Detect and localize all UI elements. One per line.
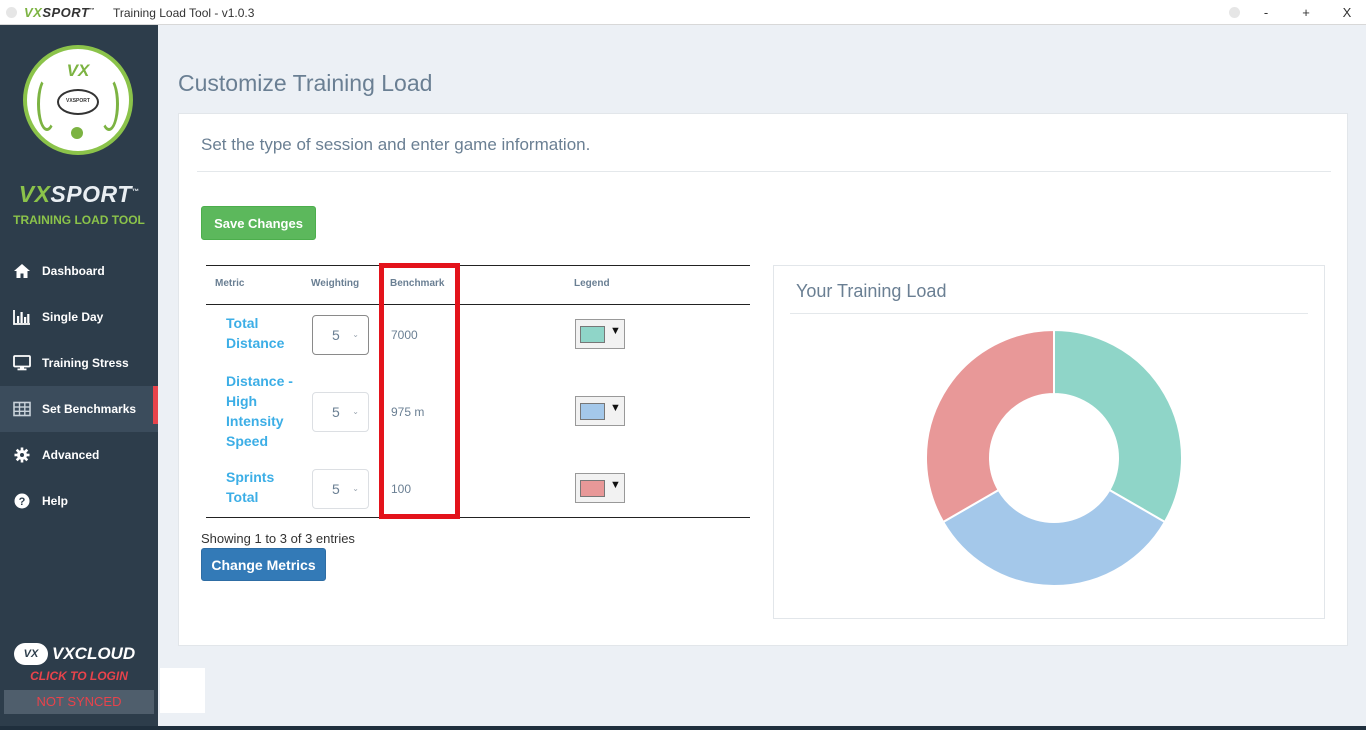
legend-color-picker[interactable]: ▼ <box>575 473 625 503</box>
divider <box>790 313 1308 314</box>
laurel-left-icon <box>37 77 57 131</box>
window-title: Training Load Tool - v1.0.3 <box>113 6 255 20</box>
training-load-chart-panel: Your Training Load <box>773 265 1325 619</box>
gear-icon <box>12 447 32 463</box>
vxsport-logo: VX VXSPORT <box>23 45 133 155</box>
chart-title: Your Training Load <box>796 281 947 301</box>
column-header-legend: Legend <box>574 278 610 289</box>
chevron-down-icon: ⌄ <box>352 330 359 339</box>
save-changes-button[interactable]: Save Changes <box>201 206 316 240</box>
sidebar-item-dashboard[interactable]: Dashboard <box>0 248 158 294</box>
column-header-metric: Metric <box>215 278 245 289</box>
sidebar-item-label: Set Benchmarks <box>42 402 137 416</box>
laurel-right-icon <box>99 77 119 131</box>
brand-wordmark: VXSPORT™ <box>18 181 140 207</box>
table-border <box>206 304 750 305</box>
close-button[interactable]: X <box>1337 5 1357 20</box>
tool-name: TRAINING LOAD TOOL <box>13 213 145 227</box>
svg-text:?: ? <box>19 496 26 508</box>
table-border <box>206 517 750 518</box>
sidebar-item-label: Dashboard <box>42 264 105 278</box>
dropdown-arrow-icon: ▼ <box>610 325 621 337</box>
page-title: Customize Training Load <box>178 70 433 96</box>
minimize-button[interactable]: - <box>1256 5 1276 20</box>
donut-slice-3[interactable] <box>925 328 1055 524</box>
main-content: Customize Training Load Set the type of … <box>158 25 1366 730</box>
sidebar-item-label: Training Stress <box>42 356 129 370</box>
sidebar-item-training-stress[interactable]: Training Stress <box>0 340 158 386</box>
sidebar: VX VXSPORT VXSPORT™ TRAINING LOAD TOOL D… <box>0 25 158 730</box>
bar-chart-icon <box>12 309 32 325</box>
sync-status: NOT SYNCED <box>4 690 154 714</box>
window-dot-icon <box>6 7 17 18</box>
table-icon <box>12 401 32 417</box>
weighting-select[interactable]: 5 ⌄ <box>312 315 369 355</box>
monitor-icon <box>12 355 32 371</box>
metric-link-high-intensity-speed[interactable]: Distance - High Intensity Speed <box>226 371 296 451</box>
change-metrics-button[interactable]: Change Metrics <box>201 548 326 581</box>
cloud-icon: VX <box>14 643 48 665</box>
dropdown-arrow-icon: ▼ <box>610 479 621 491</box>
dropdown-arrow-icon: ▼ <box>610 402 621 414</box>
sidebar-nav: Dashboard Single Day Training Stress Set… <box>0 248 158 524</box>
sidebar-item-label: Single Day <box>42 310 104 324</box>
table-info: Showing 1 to 3 of 3 entries <box>201 531 355 546</box>
window-titlebar: VXSPORT™ Training Load Tool - v1.0.3 - +… <box>0 0 1366 25</box>
weighting-select[interactable]: 5 ⌄ <box>312 469 369 509</box>
football-icon: VXSPORT <box>57 89 99 115</box>
window-dot-icon <box>1229 7 1240 18</box>
sidebar-item-set-benchmarks[interactable]: Set Benchmarks <box>0 386 158 432</box>
color-swatch <box>580 480 605 497</box>
column-header-weighting: Weighting <box>311 278 360 289</box>
medal-icon <box>71 127 83 139</box>
training-load-donut-chart <box>925 328 1183 587</box>
sidebar-item-advanced[interactable]: Advanced <box>0 432 158 478</box>
card-subtitle: Set the type of session and enter game i… <box>201 135 591 154</box>
sidebar-item-help[interactable]: ? Help <box>0 478 158 524</box>
legend-color-picker[interactable]: ▼ <box>575 319 625 349</box>
cloud-login-link[interactable]: CLICK TO LOGIN <box>0 669 158 683</box>
sidebar-item-label: Help <box>42 494 69 508</box>
blank-panel <box>160 668 205 713</box>
maximize-button[interactable]: + <box>1296 5 1316 20</box>
legend-color-picker[interactable]: ▼ <box>575 396 625 426</box>
metric-link-total-distance[interactable]: Total Distance <box>226 313 296 353</box>
titlebar-brand-logo: VXSPORT™ <box>24 5 95 20</box>
sidebar-item-single-day[interactable]: Single Day <box>0 294 158 340</box>
chevron-down-icon: ⌄ <box>352 484 359 493</box>
donut-slice-1[interactable] <box>1053 328 1183 524</box>
color-swatch <box>580 326 605 343</box>
donut-slice-2[interactable] <box>941 488 1167 587</box>
sidebar-item-label: Advanced <box>42 448 100 462</box>
home-icon <box>12 263 32 279</box>
color-swatch <box>580 403 605 420</box>
chevron-down-icon: ⌄ <box>352 407 359 416</box>
help-icon: ? <box>12 493 32 509</box>
taskbar-strip <box>0 726 1366 730</box>
divider <box>197 171 1331 172</box>
vxcloud-wordmark: VXCLOUD <box>52 644 136 663</box>
table-border <box>206 265 750 266</box>
benchmark-highlight-box <box>379 263 460 519</box>
metric-link-sprints-total[interactable]: Sprints Total <box>226 467 296 507</box>
weighting-select[interactable]: 5 ⌄ <box>312 392 369 432</box>
benchmarks-card: Set the type of session and enter game i… <box>178 113 1348 646</box>
